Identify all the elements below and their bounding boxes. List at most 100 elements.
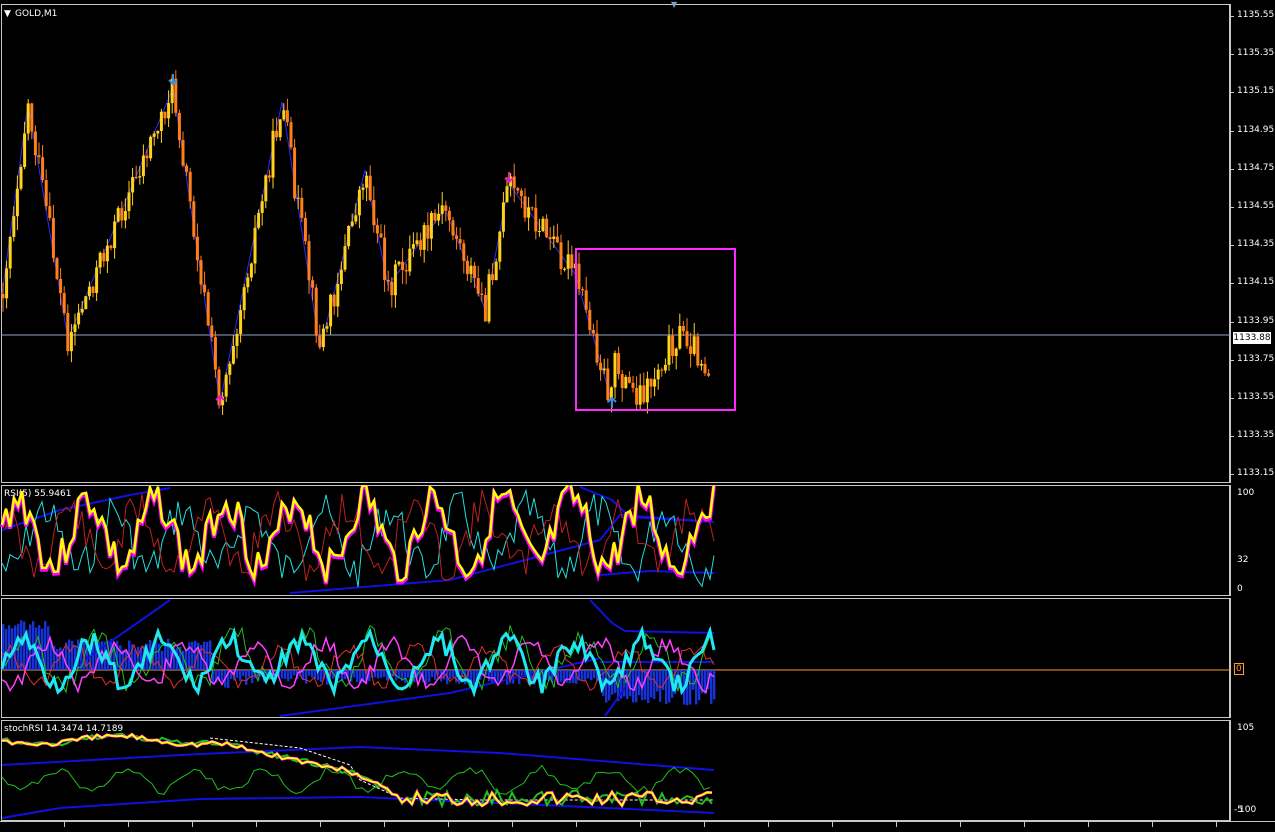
candle-body <box>15 188 19 217</box>
candle-body <box>383 237 387 280</box>
time-axis-tick <box>320 822 321 827</box>
time-axis-tick <box>384 822 385 827</box>
candle-body <box>73 324 77 332</box>
candle-body <box>149 136 153 159</box>
candle-body <box>267 175 271 178</box>
candle-body <box>617 353 621 375</box>
main-chart-pane[interactable]: ▼ GOLD,M1 ▼ 1135.55 1135.35 1135.15 1134.95… <box>0 0 1275 483</box>
time-axis <box>0 821 1275 832</box>
osc-histogram-bar <box>290 670 293 679</box>
candle-body <box>109 245 113 249</box>
price-axis-label: 1135.15 <box>1237 86 1275 97</box>
osc-histogram-bar <box>659 670 662 702</box>
candle-body <box>519 190 523 197</box>
candle-body <box>253 227 257 264</box>
candle-body <box>588 309 592 330</box>
osc-histogram-bar <box>632 670 635 703</box>
price-axis-tick <box>1230 245 1234 247</box>
rsi-pane[interactable]: RSI(5) 55.9461 100 32 0 <box>0 485 1275 596</box>
candle-body <box>429 212 433 239</box>
osc-histogram-bar <box>434 670 437 680</box>
price-axis-tick <box>1230 359 1234 361</box>
candle-body <box>141 155 145 177</box>
osc-histogram-bar <box>242 670 245 676</box>
candle-body <box>606 368 610 401</box>
candle-body <box>613 353 617 388</box>
candle-body <box>523 196 527 218</box>
time-axis-tick <box>192 822 193 827</box>
stoch-label-105: 105 <box>1237 723 1255 733</box>
price-axis-label: 1133.55 <box>1237 392 1275 402</box>
candle-body <box>635 388 639 405</box>
candle-body <box>339 269 343 284</box>
candle-body <box>379 233 383 238</box>
osc-histogram-bar <box>248 670 251 677</box>
candle-body <box>33 131 37 156</box>
candle-body <box>98 252 102 268</box>
osc-histogram-bar <box>587 670 590 679</box>
candle-body <box>307 241 311 281</box>
osc-histogram-bar <box>239 670 242 682</box>
candle-body <box>23 133 27 167</box>
oscillator-indicator <box>0 599 1230 717</box>
candle-body <box>631 382 635 389</box>
candle-body <box>642 385 646 403</box>
candle-body <box>638 385 642 405</box>
price-axis-label: 1135.55 <box>1237 10 1275 20</box>
candle-body <box>303 217 307 242</box>
candle-body <box>627 376 631 383</box>
candle-body <box>419 240 423 250</box>
candle-body <box>145 155 149 159</box>
candle-body <box>678 326 682 349</box>
candle-body <box>156 131 160 134</box>
candle-body <box>595 333 599 363</box>
candle-body <box>235 333 239 346</box>
osc-histogram-bar <box>584 670 587 682</box>
candle-body <box>224 374 228 397</box>
stochrsi-pane[interactable]: stochRSI 14.3474 14.7189 105 -5 100 <box>0 720 1275 821</box>
candle-body <box>365 175 369 188</box>
candle-body <box>541 218 545 231</box>
candle-body <box>451 220 455 236</box>
candle-body <box>386 279 390 282</box>
oscillator-pane[interactable]: 0 <box>0 598 1275 718</box>
candle-body <box>422 225 426 250</box>
osc-histogram-bar <box>383 670 386 677</box>
stoch-envelope-line <box>1 764 711 795</box>
candle-body <box>293 147 297 199</box>
osc-histogram-bar <box>320 670 323 683</box>
candle-body <box>681 326 685 332</box>
candle-body <box>44 180 48 207</box>
candle-body <box>260 201 264 213</box>
osc-histogram-bar <box>356 670 359 683</box>
candle-body <box>120 208 124 221</box>
candle-body <box>249 263 253 278</box>
candle-body <box>440 205 444 214</box>
candle-body <box>332 294 336 307</box>
candle-body <box>62 293 66 313</box>
candle-body <box>498 231 502 262</box>
price-axis-tick <box>1230 168 1234 170</box>
osc-histogram-bar <box>644 670 647 700</box>
rsi-indicator <box>0 485 716 594</box>
candle-body <box>516 188 520 191</box>
candle-body <box>123 211 127 221</box>
osc-histogram-bar <box>221 670 224 682</box>
time-axis-tick <box>576 822 577 827</box>
price-axis-label: 1133.15 <box>1237 468 1275 479</box>
candle-body <box>163 111 167 119</box>
candle-body <box>545 218 549 238</box>
candle-body <box>548 237 552 240</box>
osc-histogram-bar <box>605 670 608 703</box>
candlestick-chart[interactable] <box>0 4 1275 483</box>
osc-histogram-bar <box>404 670 407 684</box>
osc-histogram-bar <box>428 670 431 682</box>
candle-body <box>375 225 379 234</box>
candle-body <box>527 207 531 218</box>
price-axis-label: 1134.55 <box>1237 201 1275 211</box>
lower-band-line <box>599 569 715 576</box>
stoch-dotted-line <box>209 737 714 801</box>
candle-body <box>285 110 289 123</box>
candle-body <box>689 346 693 354</box>
candle-body <box>318 335 322 348</box>
